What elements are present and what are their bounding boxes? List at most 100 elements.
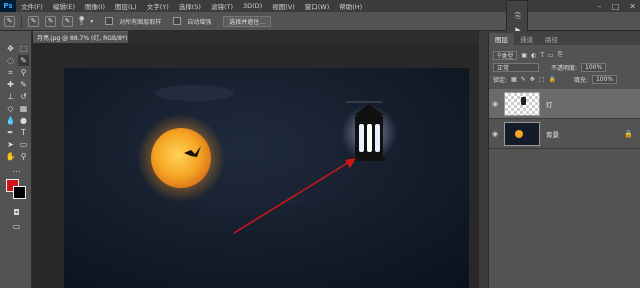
lock-label: 锁定: <box>493 76 508 84</box>
move-tool-icon[interactable]: ✥ <box>5 43 16 54</box>
canvas-area[interactable] <box>33 43 478 288</box>
brush-size: 5 <box>80 20 84 27</box>
options-bar: ✎ ✎ ✎ ✎ ● 5 ▾ 对所有图层取样 自动增强 选择并遮住... <box>0 12 640 31</box>
eraser-tool-icon[interactable]: ◇ <box>5 103 16 114</box>
lock-transparent-icon[interactable]: ▦ <box>511 76 517 83</box>
menu-filter[interactable]: 滤镜(T) <box>206 1 238 11</box>
healing-brush-tool-icon[interactable]: ✚ <box>5 79 16 90</box>
eyedropper-tool-icon[interactable]: ⚲ <box>18 67 29 78</box>
document-canvas[interactable] <box>64 68 469 288</box>
menu-help[interactable]: 帮助(H) <box>334 1 367 11</box>
menu-window[interactable]: 窗口(W) <box>300 1 335 11</box>
new-selection-icon[interactable]: ✎ <box>28 15 39 27</box>
menu-bar: Ps 文件(F) 编辑(E) 图像(I) 图层(L) 文字(Y) 选择(S) 滤… <box>0 0 640 12</box>
layer-row-lamp[interactable]: ◉ 灯 <box>489 89 640 119</box>
filter-smart-object-icon[interactable]: ⎘ <box>558 51 563 59</box>
subtract-selection-icon[interactable]: ✎ <box>62 15 73 27</box>
blur-tool-icon[interactable]: 💧 <box>5 115 16 126</box>
menu-file[interactable]: 文件(F) <box>16 1 48 11</box>
brush-size-picker[interactable]: ● 5 <box>79 15 84 27</box>
filter-kind-select[interactable]: ⚲ 类型 <box>493 50 518 60</box>
dodge-tool-icon[interactable]: ● <box>18 115 29 126</box>
filter-kind-value: 类型 <box>501 52 514 60</box>
auto-enhance-label: 自动增强 <box>187 18 212 26</box>
moon-thumbnail-icon <box>515 129 523 138</box>
refine-edge-button[interactable]: 选择并遮住... <box>223 15 272 27</box>
more-tools-icon[interactable]: … <box>11 164 22 175</box>
menu-type[interactable]: 文字(Y) <box>142 1 174 11</box>
quick-selection-preset-icon[interactable]: ✎ <box>4 15 15 27</box>
history-brush-tool-icon[interactable]: ↺ <box>18 91 29 102</box>
background-color-swatch[interactable] <box>13 186 26 199</box>
maximize-button[interactable]: □ <box>612 2 620 11</box>
lasso-tool-icon[interactable]: ◌ <box>5 55 16 66</box>
layer-filter-row: ⚲ 类型 ▣ ◐ T ▭ ⎘ <box>489 49 640 61</box>
tools-panel: ✥ ⬚ ◌ ✎ ⌗ ⚲ ✚ ✎ ⊥ ↺ ◇ ▦ 💧 ● ✒ T ➤ ▭ ✋ ⚲ … <box>0 31 32 288</box>
close-button[interactable]: ✕ <box>629 2 636 11</box>
screen-mode-icon[interactable]: ▭ <box>11 221 22 232</box>
path-selection-tool-icon[interactable]: ➤ <box>5 139 16 150</box>
chevron-down-icon[interactable]: ▾ <box>90 18 93 25</box>
filter-shape-icon[interactable]: ▭ <box>548 52 554 59</box>
filter-type-icon[interactable]: T <box>540 52 544 59</box>
menu-select[interactable]: 选择(S) <box>174 1 206 11</box>
marquee-tool-icon[interactable]: ⬚ <box>18 43 29 54</box>
pen-tool-icon[interactable]: ✒ <box>5 127 16 138</box>
menu-layer[interactable]: 图层(L) <box>110 1 142 11</box>
quick-mask-icon[interactable]: ◘ <box>11 207 22 218</box>
lock-row: 锁定: ▦ ✎ ✥ ⬚ 🔒 填充: 100% <box>489 73 640 85</box>
sample-all-layers-label: 对所有图层取样 <box>119 18 162 26</box>
layer-row-background[interactable]: ◉ 背景 🔒 <box>489 119 640 149</box>
fill-input[interactable]: 100% <box>591 74 618 84</box>
eye-icon[interactable]: ◉ <box>489 100 501 108</box>
quick-selection-tool-icon[interactable]: ✎ <box>18 55 29 66</box>
tab-layers[interactable]: 图层 <box>489 33 514 45</box>
stamp-tool-icon[interactable]: ⊥ <box>5 91 16 102</box>
menu-view[interactable]: 视图(V) <box>267 1 300 11</box>
fill-label: 填充: <box>573 76 588 84</box>
document-title: 月亮.jpg @ 88.7% (灯, RGB/8*) * <box>37 35 133 42</box>
history-icon[interactable]: ⎘ <box>513 11 523 21</box>
lamp-thumbnail-icon <box>521 96 526 105</box>
eye-icon[interactable]: ◉ <box>489 130 501 138</box>
layer-name: 灯 <box>546 100 553 109</box>
lock-icon: 🔒 <box>624 129 633 138</box>
auto-enhance-checkbox[interactable] <box>173 17 182 25</box>
layer-name: 背景 <box>546 130 559 139</box>
tab-paths[interactable]: 路径 <box>539 33 564 45</box>
shape-tool-icon[interactable]: ▭ <box>18 139 29 150</box>
document-tab[interactable]: 月亮.jpg @ 88.7% (灯, RGB/8*) * × <box>33 31 141 43</box>
window-controls: – □ ✕ <box>598 0 636 12</box>
layers-panel: 图层 通道 路径 ⚲ 类型 ▣ ◐ T ▭ ⎘ 正常 不透明度: 100% 锁定… <box>488 31 640 288</box>
type-tool-icon[interactable]: T <box>18 127 29 138</box>
blend-mode-select[interactable]: 正常 <box>493 62 539 72</box>
opacity-input[interactable]: 100% <box>581 62 607 72</box>
lock-all-icon[interactable]: 🔒 <box>548 76 555 83</box>
separator <box>21 14 22 28</box>
minimize-button[interactable]: – <box>598 2 602 11</box>
lock-artboard-icon[interactable]: ⬚ <box>539 76 545 83</box>
photoshop-logo: Ps <box>0 0 16 12</box>
menu-edit[interactable]: 编辑(E) <box>48 1 80 11</box>
blend-row: 正常 不透明度: 100% <box>489 61 640 73</box>
tab-strip <box>128 31 478 43</box>
hand-tool-icon[interactable]: ✋ <box>5 151 16 162</box>
add-selection-icon[interactable]: ✎ <box>45 15 56 27</box>
brush-tool-icon[interactable]: ✎ <box>18 79 29 90</box>
layer-thumbnail <box>504 121 540 146</box>
lock-position-icon[interactable]: ✥ <box>530 76 535 83</box>
opacity-label: 不透明度: <box>551 64 578 72</box>
layer-thumbnail <box>504 91 540 116</box>
menu-image[interactable]: 图像(I) <box>80 1 110 11</box>
tab-channels[interactable]: 通道 <box>514 33 539 45</box>
menu-3d[interactable]: 3D(D) <box>238 2 267 10</box>
sample-all-layers-checkbox[interactable] <box>105 17 114 25</box>
gradient-tool-icon[interactable]: ▦ <box>18 103 29 114</box>
collapsed-panel-column[interactable] <box>478 31 488 288</box>
crop-tool-icon[interactable]: ⌗ <box>5 67 16 78</box>
filter-adjustment-icon[interactable]: ◐ <box>531 52 536 59</box>
moon-scene-image <box>64 68 469 288</box>
lock-pixels-icon[interactable]: ✎ <box>521 76 526 83</box>
filter-pixel-icon[interactable]: ▣ <box>521 52 527 59</box>
zoom-tool-icon[interactable]: ⚲ <box>18 151 29 162</box>
